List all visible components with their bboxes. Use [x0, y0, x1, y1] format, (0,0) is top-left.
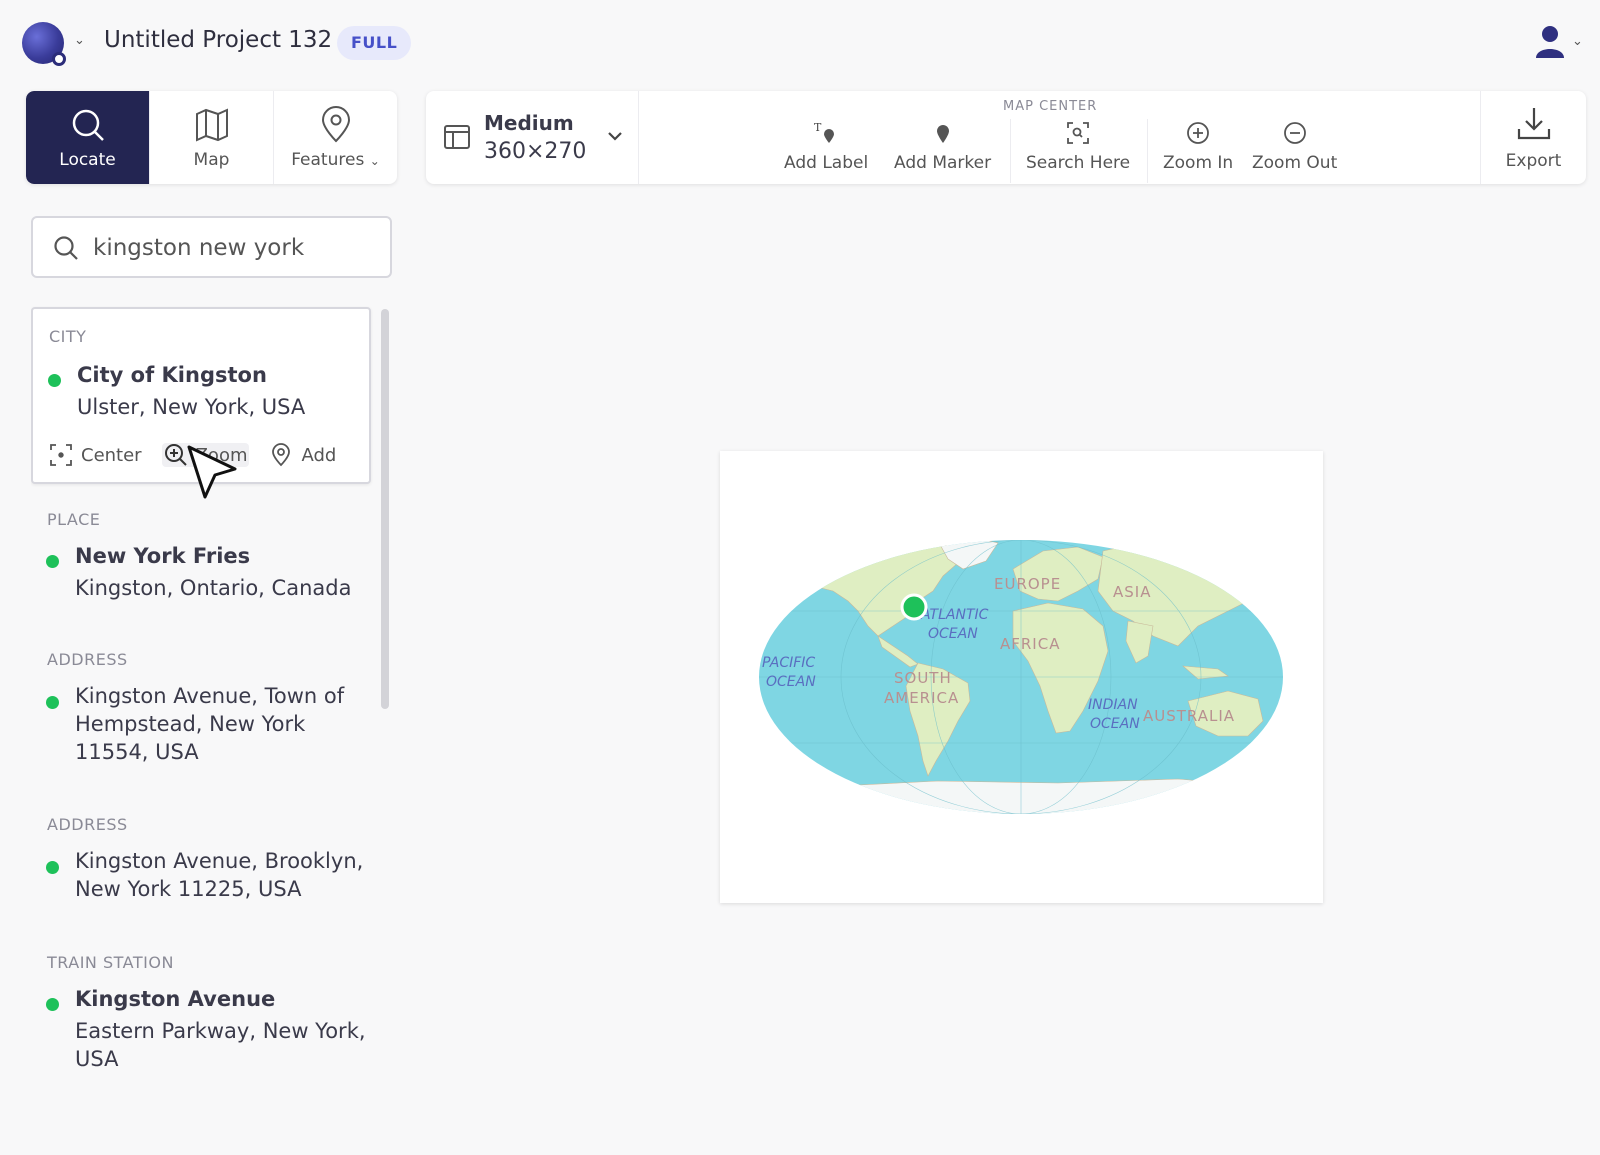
logo-icon: [22, 22, 66, 66]
antarctica: [759, 778, 1283, 814]
zoom-in-button[interactable]: Zoom In: [1163, 121, 1233, 173]
tab-features[interactable]: Features ⌄: [274, 91, 397, 184]
tab-locate[interactable]: Locate: [26, 91, 150, 184]
layout-icon: [444, 125, 470, 149]
features-chevron-icon: ⌄: [369, 153, 380, 168]
result-name: City of Kingston: [77, 363, 267, 387]
location-search: [31, 216, 392, 278]
result-category: ADDRESS: [47, 650, 128, 669]
tab-features-label: Features ⌄: [291, 149, 380, 170]
size-dimensions: 360×270: [484, 139, 587, 164]
result-dot-icon: [46, 861, 59, 874]
label-europe: EUROPE: [994, 575, 1061, 593]
center-icon: [50, 444, 72, 466]
tab-map[interactable]: Map: [150, 91, 274, 184]
zoom-out-button[interactable]: Zoom Out: [1252, 121, 1337, 173]
result-subtitle: Kingston Avenue, Town of Hempstead, New …: [75, 684, 345, 764]
top-bar: ⌄ Untitled Project 132 FULL ⌄: [0, 0, 1600, 86]
result-category: CITY: [49, 327, 87, 346]
zoom-in-icon: [1187, 122, 1209, 144]
add-button[interactable]: Add: [269, 443, 336, 467]
label-asia: ASIA: [1113, 583, 1151, 601]
search-results[interactable]: CITY City of Kingston Ulster, New York, …: [31, 306, 391, 1155]
app-logo[interactable]: [22, 22, 68, 68]
search-icon: [54, 236, 78, 260]
result-item-address[interactable]: ADDRESS Kingston Avenue, Brooklyn, New Y…: [31, 809, 371, 919]
add-label-button[interactable]: T Add Label: [784, 121, 868, 173]
zoom-out-icon: [1283, 122, 1306, 144]
result-name: Kingston Avenue: [75, 987, 276, 1011]
results-scrollbar[interactable]: [381, 309, 389, 709]
result-subtitle: Ulster, New York, USA: [77, 395, 306, 419]
label-pin-icon: T: [814, 121, 835, 143]
add-marker-text: Add Marker: [894, 153, 992, 173]
map-toolbar: Medium 360×270 MAP CENTER T Add Label Ad…: [426, 91, 1586, 184]
chevron-down-icon[interactable]: ⌄: [74, 33, 85, 48]
label-pacific-1: PACIFIC: [762, 655, 815, 671]
size-name: Medium: [484, 111, 574, 135]
tab-locate-label: Locate: [59, 149, 116, 170]
marker-icon: [936, 125, 949, 143]
search-here-icon: [1067, 122, 1089, 144]
label-indian-1: INDIAN: [1088, 697, 1138, 713]
search-icon: [72, 109, 104, 141]
result-subtitle: Kingston Avenue, Brooklyn, New York 1122…: [75, 849, 364, 901]
result-item-train-station[interactable]: TRAIN STATION Kingston Avenue Eastern Pa…: [31, 947, 371, 1087]
result-item-place[interactable]: PLACE New York Fries Kingston, Ontario, …: [31, 504, 371, 614]
mode-tabs: Locate Map Features ⌄: [26, 91, 397, 184]
zoom-in-text: Zoom In: [1163, 153, 1234, 173]
center-label: Center: [81, 444, 142, 466]
result-category: TRAIN STATION: [47, 953, 174, 972]
add-marker-button[interactable]: Add Marker: [894, 121, 991, 173]
result-subtitle: Eastern Parkway, New York, USA: [75, 1019, 366, 1071]
pin-icon: [321, 105, 350, 142]
label-south-america-2: AMERICA: [884, 689, 959, 707]
center-button[interactable]: Center: [49, 443, 142, 467]
zoom-out-text: Zoom Out: [1252, 153, 1338, 173]
search-here-text: Search Here: [1026, 153, 1131, 173]
map-canvas[interactable]: EUROPE ASIA AFRICA SOUTH AMERICA AUSTRAL…: [720, 451, 1323, 903]
result-dot-icon: [46, 555, 59, 568]
mouse-cursor-icon: [187, 445, 237, 499]
label-south-america-1: SOUTH: [894, 669, 952, 687]
result-subtitle: Kingston, Ontario, Canada: [75, 576, 352, 600]
label-pacific-2: OCEAN: [766, 674, 816, 690]
world-map: EUROPE ASIA AFRICA SOUTH AMERICA AUSTRAL…: [759, 540, 1283, 814]
plan-badge: FULL: [337, 26, 412, 60]
tab-map-label: Map: [193, 149, 230, 170]
label-africa: AFRICA: [1000, 635, 1060, 653]
chevron-down-icon: [608, 132, 622, 141]
search-input[interactable]: [93, 228, 383, 268]
pin-icon: [272, 443, 291, 467]
add-label: Add: [301, 444, 337, 466]
user-avatar-icon[interactable]: [1535, 24, 1565, 58]
result-dot-icon: [48, 374, 61, 387]
export-button[interactable]: Export: [1480, 91, 1586, 184]
zoom-in-icon: [164, 444, 187, 466]
svg-text:T: T: [814, 121, 822, 134]
divider: [1010, 119, 1011, 183]
label-indian-2: OCEAN: [1090, 716, 1140, 732]
location-marker[interactable]: [900, 593, 928, 621]
result-category: ADDRESS: [47, 815, 128, 834]
result-item-address[interactable]: ADDRESS Kingston Avenue, Town of Hempste…: [31, 644, 371, 774]
result-category: PLACE: [47, 510, 101, 529]
divider: [1147, 119, 1148, 183]
logo-badge: [52, 52, 66, 66]
map-center-label: MAP CENTER: [1003, 99, 1098, 114]
add-label-text: Add Label: [784, 153, 869, 173]
label-australia: AUSTRALIA: [1143, 707, 1235, 725]
label-atlantic-1: ATLANTIC: [920, 607, 989, 623]
label-atlantic-2: OCEAN: [928, 626, 978, 642]
search-here-button[interactable]: Search Here: [1026, 121, 1130, 173]
map-icon: [195, 107, 228, 142]
export-label: Export: [1505, 150, 1562, 171]
result-name: New York Fries: [75, 544, 251, 568]
project-title[interactable]: Untitled Project 132: [104, 27, 332, 53]
user-menu-chevron-icon[interactable]: ⌄: [1572, 34, 1583, 49]
download-icon: [1517, 107, 1550, 139]
map-size-select[interactable]: Medium 360×270: [426, 91, 639, 184]
result-dot-icon: [46, 998, 59, 1011]
result-dot-icon: [46, 696, 59, 709]
